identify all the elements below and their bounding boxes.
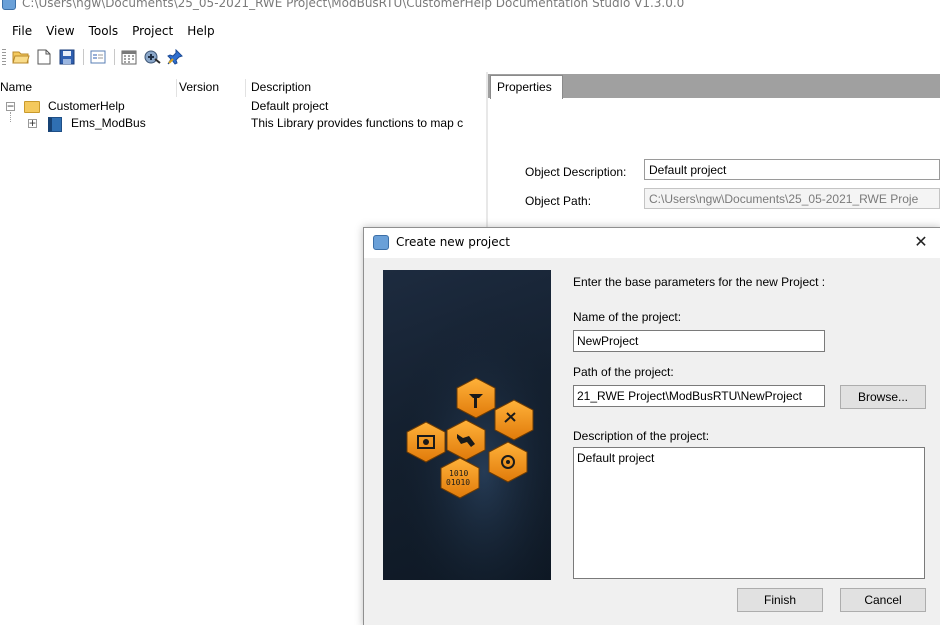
menu-project[interactable]: Project — [125, 24, 180, 38]
column-name-header[interactable]: Name — [0, 80, 32, 94]
folder-icon — [24, 101, 40, 113]
finish-button[interactable]: Finish — [737, 588, 823, 612]
toolbar — [0, 45, 189, 69]
tree-column-header: Name Version Description — [0, 79, 487, 97]
dialog-intro-text: Enter the base parameters for the new Pr… — [573, 275, 826, 289]
tree-row-ems-modbus[interactable]: + Ems_ModBus This Library provides funct… — [0, 116, 487, 132]
column-description-header[interactable]: Description — [251, 80, 311, 94]
new-document-icon[interactable] — [35, 48, 53, 66]
toolbar-separator — [114, 49, 115, 65]
tree-row-customerhelp[interactable]: − CustomerHelp Default project — [0, 99, 487, 115]
collapse-icon[interactable]: − — [6, 100, 15, 112]
app-icon — [2, 0, 16, 10]
build-icon[interactable] — [143, 48, 161, 66]
app-icon — [373, 235, 389, 250]
column-divider[interactable] — [176, 79, 177, 97]
properties-list-icon[interactable] — [89, 48, 107, 66]
menu-file[interactable]: File — [0, 24, 39, 38]
project-path-input[interactable]: 21_RWE Project\ModBusRTU\NewProject — [573, 385, 825, 407]
open-folder-icon[interactable] — [12, 48, 30, 66]
window-titlebar: C:\Users\ngw\Documents\25_05-2021_RWE Pr… — [0, 0, 940, 12]
project-path-label: Path of the project: — [573, 365, 674, 379]
project-name-input[interactable]: NewProject — [573, 330, 825, 352]
menu-bar: File View Tools Project Help — [0, 20, 222, 42]
dialog-title: Create new project — [396, 235, 510, 249]
project-description-textarea[interactable]: Default project — [573, 447, 925, 579]
cancel-button[interactable]: Cancel — [840, 588, 926, 612]
pin-icon[interactable] — [166, 48, 184, 66]
create-project-dialog: Create new project ✕ 1010 01010 Enter th… — [363, 227, 940, 625]
tree-item-name: CustomerHelp — [48, 99, 125, 113]
calendar-icon[interactable] — [120, 48, 138, 66]
object-description-label: Object Description: — [525, 165, 627, 179]
dialog-titlebar[interactable]: Create new project ✕ — [364, 228, 940, 258]
svg-text:01010: 01010 — [446, 478, 470, 487]
tree-item-name: Ems_ModBus — [71, 116, 146, 130]
save-icon[interactable] — [58, 48, 76, 66]
object-path-label: Object Path: — [525, 194, 592, 208]
window-title: C:\Users\ngw\Documents\25_05-2021_RWE Pr… — [22, 0, 685, 10]
project-name-label: Name of the project: — [573, 310, 682, 324]
expand-icon[interactable]: + — [28, 117, 37, 129]
menu-view[interactable]: View — [39, 24, 81, 38]
tab-properties[interactable]: Properties — [490, 75, 563, 99]
column-divider[interactable] — [245, 79, 246, 97]
menu-tools[interactable]: Tools — [82, 24, 126, 38]
project-description-label: Description of the project: — [573, 429, 710, 443]
toolbar-grip[interactable] — [2, 49, 6, 65]
tree-item-description: Default project — [251, 99, 329, 113]
svg-text:1010: 1010 — [449, 469, 468, 478]
wizard-banner-image: 1010 01010 — [383, 270, 551, 580]
object-description-field[interactable]: Default project — [644, 159, 940, 180]
browse-button[interactable]: Browse... — [840, 385, 926, 409]
tree-item-description: This Library provides functions to map c — [251, 116, 464, 130]
column-version-header[interactable]: Version — [179, 80, 219, 94]
menu-help[interactable]: Help — [180, 24, 221, 38]
object-path-field: C:\Users\ngw\Documents\25_05-2021_RWE Pr… — [644, 188, 940, 209]
close-icon[interactable]: ✕ — [910, 232, 932, 254]
toolbar-separator — [83, 49, 84, 65]
library-book-icon — [48, 117, 62, 132]
